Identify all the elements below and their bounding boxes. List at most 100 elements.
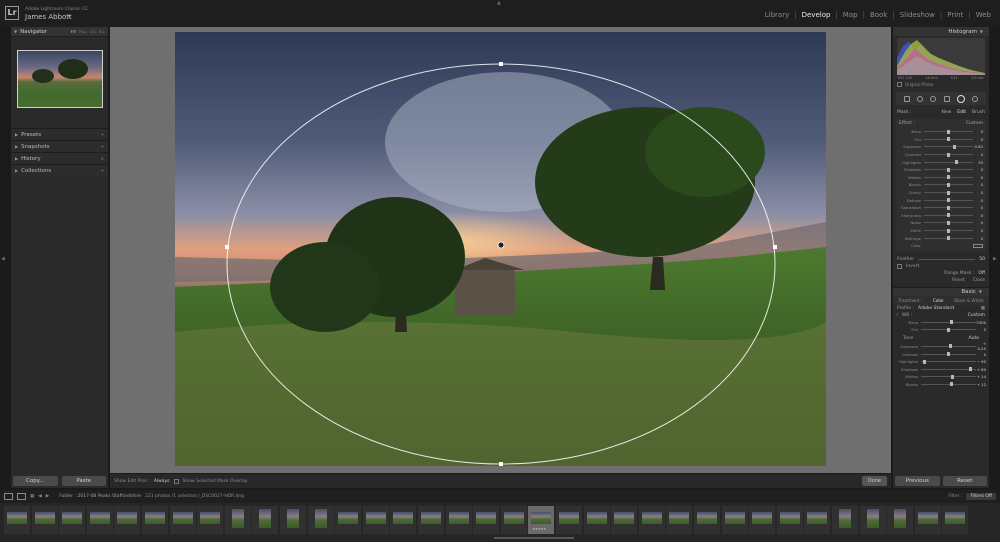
invert-checkbox[interactable] (897, 263, 902, 269)
filmstrip-thumbnail[interactable] (362, 506, 389, 534)
red-eye-icon[interactable] (930, 95, 937, 102)
filmstrip-thumbnail[interactable] (694, 506, 720, 534)
secondary-display-icon[interactable] (17, 493, 26, 500)
slider-value[interactable]: 35 (973, 160, 983, 165)
module-map[interactable]: Map (838, 11, 863, 19)
section-collections[interactable]: ▶ Collections + (11, 164, 108, 176)
identity-plate[interactable]: James Abbott (25, 13, 72, 21)
previous-button[interactable]: Previous (895, 476, 940, 486)
filmstrip-thumbnail[interactable] (224, 506, 251, 534)
primary-display-icon[interactable] (4, 493, 13, 500)
mask-overlay-checkbox[interactable] (173, 478, 179, 484)
treatment-color[interactable]: Color (933, 298, 944, 303)
slider-value[interactable]: 0 (976, 352, 986, 357)
radial-handle-top[interactable] (499, 62, 503, 66)
slider-track[interactable] (924, 129, 973, 134)
plus-icon[interactable]: + (101, 144, 104, 149)
show-edit-pins-select[interactable]: Always (154, 479, 170, 484)
filmstrip-scrollbar[interactable] (494, 537, 574, 539)
radial-handle-right[interactable] (773, 245, 777, 249)
filmstrip-thumbnail[interactable] (887, 506, 914, 534)
slider-knob[interactable] (947, 213, 950, 218)
filmstrip-thumbnail[interactable] (280, 506, 306, 534)
slider-value[interactable]: 5300 (976, 320, 986, 325)
slider-value[interactable]: 0 (973, 152, 983, 157)
zoom-3-1[interactable]: 3:1 (99, 29, 105, 34)
slider-value[interactable]: 0 (973, 236, 983, 241)
slider-knob[interactable] (949, 320, 953, 325)
done-button[interactable]: Done (861, 476, 887, 486)
slider-track[interactable] (924, 182, 973, 187)
filmstrip-thumbnail[interactable]: ★★★★★ (528, 506, 555, 534)
module-slideshow[interactable]: Slideshow (895, 11, 940, 19)
auto-tone-button[interactable]: Auto (969, 336, 979, 341)
filmstrip-thumbnail[interactable] (638, 506, 665, 534)
module-print[interactable]: Print (942, 11, 968, 19)
section-presets[interactable]: ▶ Presets + (11, 128, 108, 140)
slider-knob[interactable] (947, 190, 950, 195)
slider-knob[interactable] (969, 367, 972, 372)
treatment-bw[interactable]: Black & White (954, 298, 983, 303)
zoom-fit[interactable]: FIT (71, 29, 77, 34)
slider-knob[interactable] (947, 327, 950, 332)
feather-value[interactable]: 50 (979, 257, 985, 262)
module-library[interactable]: Library (760, 11, 794, 19)
slider-knob[interactable] (950, 382, 954, 387)
filmstrip-thumbnail[interactable] (804, 506, 831, 534)
filmstrip-thumbnail[interactable] (418, 506, 444, 534)
section-history[interactable]: ▶ History × (11, 152, 108, 164)
slider-value[interactable]: 0 (973, 190, 983, 195)
close-icon[interactable]: × (101, 156, 104, 161)
main-photo[interactable] (175, 32, 826, 466)
slider-knob[interactable] (947, 198, 950, 203)
slider-value[interactable]: 0 (973, 137, 983, 142)
filmstrip-thumbnail[interactable] (31, 506, 58, 534)
range-mask-select[interactable]: Off (978, 271, 985, 276)
mask-close-button[interactable]: Close (973, 278, 985, 283)
slider-track[interactable] (924, 220, 973, 225)
profile-browser-icon[interactable]: ▦ (981, 306, 985, 311)
slider-value[interactable]: + 80 (976, 367, 986, 372)
copy-button[interactable]: Copy... (13, 476, 58, 486)
top-panel-toggle-icon[interactable]: ▲ (497, 0, 501, 6)
graduated-filter-icon[interactable] (943, 95, 950, 102)
filmstrip-thumbnail[interactable] (252, 506, 279, 534)
slider-value[interactable]: 0 (976, 327, 986, 332)
slider-value[interactable]: 0 (973, 198, 983, 203)
slider-value[interactable]: 0 (973, 167, 983, 172)
filmstrip-thumbnail[interactable] (749, 506, 776, 534)
slider-value[interactable]: 0 (973, 213, 983, 218)
slider-track[interactable] (924, 152, 973, 157)
wb-select[interactable]: Custom (968, 313, 985, 318)
grid-icon[interactable]: ▦ (30, 494, 34, 499)
module-develop[interactable]: Develop (797, 11, 836, 19)
feather-slider[interactable] (918, 258, 976, 260)
mask-reset-button[interactable]: Reset (952, 278, 965, 283)
filmstrip-thumbnail[interactable] (776, 506, 803, 534)
slider-track[interactable] (921, 344, 976, 349)
slider-track[interactable] (924, 213, 973, 218)
color-swatch[interactable] (973, 243, 983, 248)
mask-brush-button[interactable]: Brush (972, 110, 985, 115)
forward-arrow-icon[interactable]: ▶ (46, 494, 49, 499)
slider-knob[interactable] (947, 167, 950, 172)
filmstrip-thumbnail[interactable] (169, 506, 196, 534)
navigator-header[interactable]: ▼ Navigator FIT FILL 1:1 3:1 (11, 27, 108, 37)
filmstrip-thumbnail[interactable] (583, 506, 610, 534)
zoom-fill[interactable]: FILL (79, 29, 87, 34)
filmstrip-thumbnail[interactable] (556, 506, 582, 534)
filmstrip-thumbnail[interactable] (445, 506, 472, 534)
eyedropper-icon[interactable]: ⁄ (897, 313, 898, 318)
filter-select[interactable]: Filters Off (966, 493, 996, 500)
slider-track[interactable] (921, 367, 976, 372)
filmstrip-thumbnail[interactable] (307, 506, 334, 534)
zoom-1-1[interactable]: 1:1 (90, 29, 96, 34)
slider-knob[interactable] (947, 137, 950, 142)
slider-value[interactable]: 0 (973, 205, 983, 210)
section-snapshots[interactable]: ▶ Snapshots + (11, 140, 108, 152)
slider-track[interactable] (921, 320, 976, 325)
slider-knob[interactable] (947, 228, 950, 233)
slider-knob[interactable] (955, 160, 959, 165)
effect-select[interactable]: Custom (966, 121, 983, 126)
mask-new-button[interactable]: New (941, 110, 951, 115)
